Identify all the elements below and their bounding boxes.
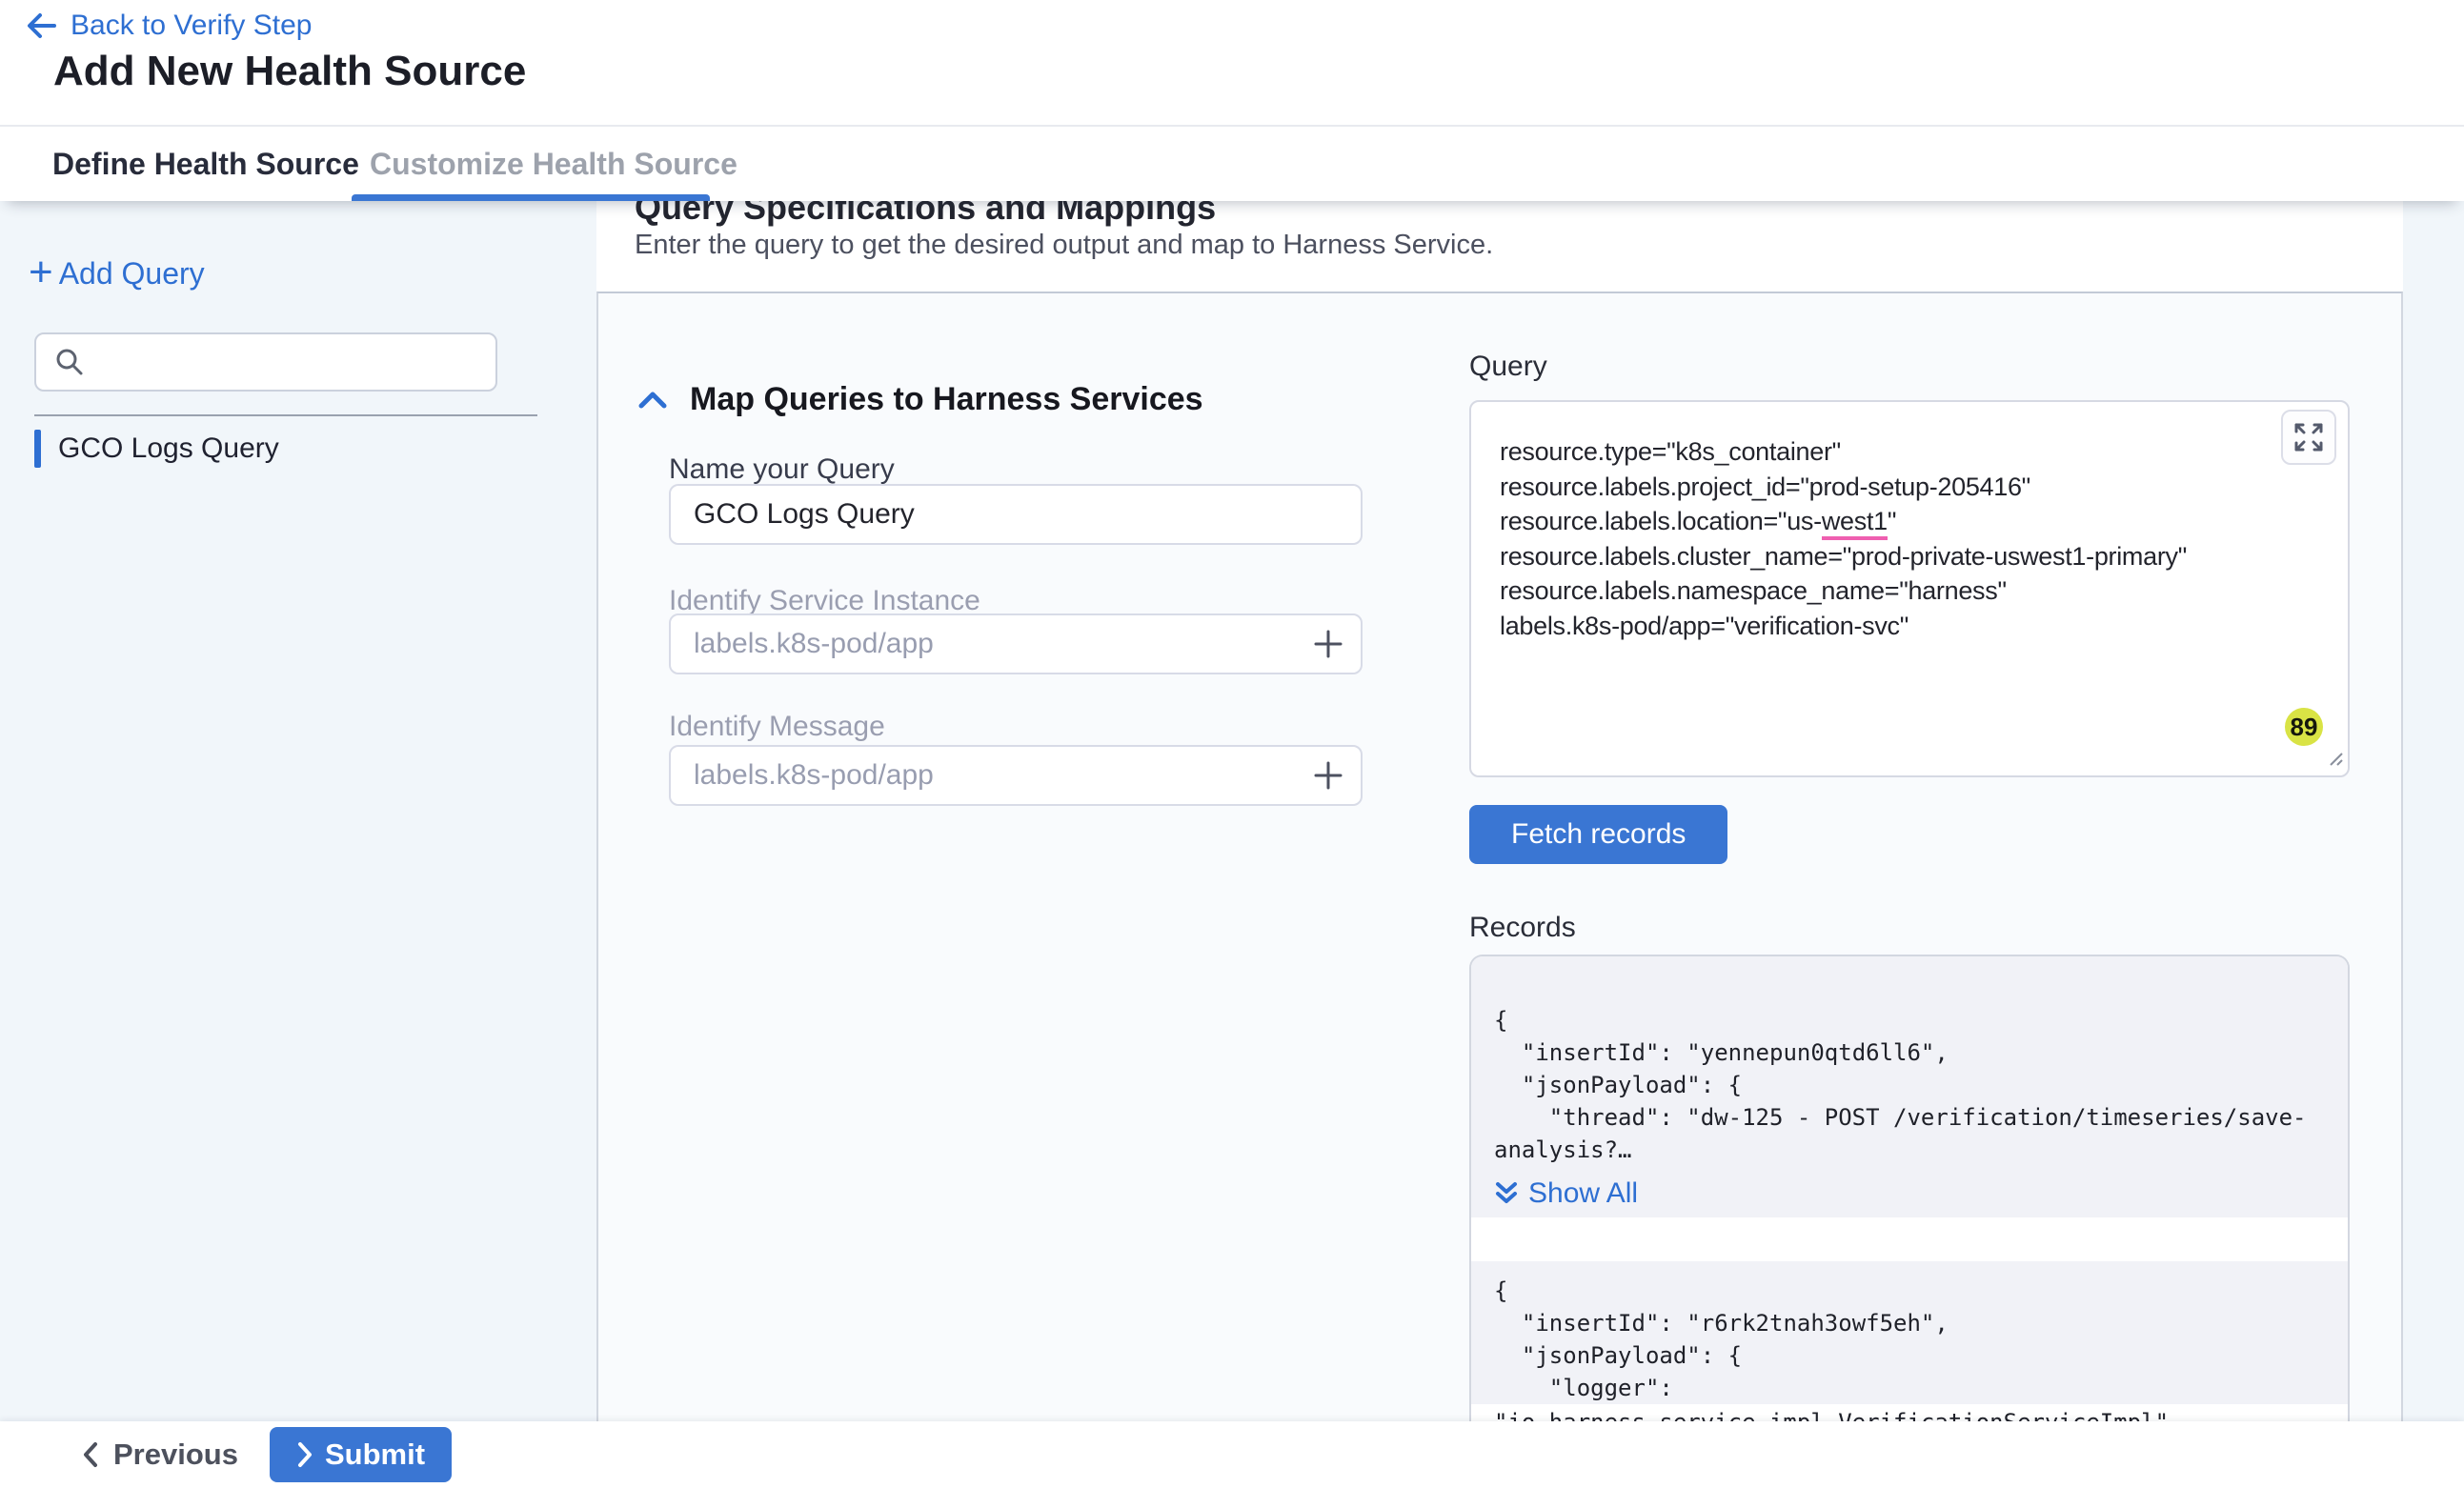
query-search-box bbox=[34, 332, 497, 392]
identify-message-field-wrap bbox=[669, 745, 1363, 806]
identify-service-instance-label: Identify Service Instance bbox=[669, 585, 980, 617]
submit-button[interactable]: Submit bbox=[270, 1427, 452, 1482]
query-item-label: GCO Logs Query bbox=[58, 432, 279, 465]
search-input[interactable] bbox=[99, 347, 461, 377]
submit-label: Submit bbox=[325, 1438, 425, 1472]
tab-define-health-source[interactable]: Define Health Source bbox=[52, 127, 359, 201]
add-service-instance-path-button[interactable] bbox=[1311, 627, 1345, 661]
map-queries-header: Map Queries to Harness Services bbox=[638, 381, 1203, 418]
back-link-label: Back to Verify Step bbox=[71, 10, 312, 42]
search-icon bbox=[53, 346, 86, 378]
character-count-badge: 89 bbox=[2285, 708, 2323, 746]
name-query-label: Name your Query bbox=[669, 453, 895, 486]
back-link[interactable]: Back to Verify Step bbox=[25, 10, 312, 42]
name-query-input[interactable] bbox=[669, 484, 1363, 545]
query-text: resource.type="k8s_container"resource.la… bbox=[1500, 434, 2187, 643]
query-label: Query bbox=[1469, 351, 1547, 383]
previous-button[interactable]: Previous bbox=[81, 1421, 238, 1488]
selected-indicator-bar bbox=[34, 430, 41, 468]
identify-service-instance-input[interactable] bbox=[669, 613, 1363, 674]
query-textarea[interactable]: resource.type="k8s_container"resource.la… bbox=[1469, 400, 2350, 777]
tab-bar: Define Health Source Customize Health So… bbox=[0, 125, 2464, 201]
records-container: { "insertId": "yennepun0qtd6ll6", "jsonP… bbox=[1469, 955, 2350, 1423]
add-query-button[interactable]: + Add Query bbox=[29, 256, 205, 292]
name-query-field-wrap bbox=[669, 484, 1363, 545]
map-queries-title: Map Queries to Harness Services bbox=[690, 381, 1203, 418]
record-item: { "insertId": "yennepun0qtd6ll6", "jsonP… bbox=[1471, 956, 2348, 1217]
add-health-source-page: Query Specifications and Mappings Enter … bbox=[0, 0, 2464, 1488]
chevron-left-icon bbox=[81, 1439, 100, 1470]
section-heading-strip: Query Specifications and Mappings Enter … bbox=[596, 201, 2403, 292]
page-title: Add New Health Source bbox=[53, 48, 526, 95]
record-item: { "insertId": "r6rk2tnah3owf5eh", "jsonP… bbox=[1471, 1261, 2348, 1404]
fetch-records-button[interactable]: Fetch records bbox=[1469, 805, 1727, 864]
double-chevron-down-icon bbox=[1494, 1179, 1519, 1208]
expand-icon bbox=[2293, 422, 2324, 452]
show-all-link[interactable]: Show All bbox=[1494, 1176, 2325, 1212]
query-sidebar: + Add Query GCO Logs Query bbox=[0, 201, 596, 1421]
identify-message-input[interactable] bbox=[669, 745, 1363, 806]
chevron-right-icon bbox=[296, 1440, 313, 1469]
record-json: { "insertId": "yennepun0qtd6ll6", "jsonP… bbox=[1494, 1004, 2325, 1166]
expand-query-button[interactable] bbox=[2281, 410, 2336, 465]
identify-message-label: Identify Message bbox=[669, 711, 885, 743]
plus-icon: + bbox=[29, 258, 53, 287]
active-tab-underline bbox=[352, 194, 710, 201]
header: Back to Verify Step Add New Health Sourc… bbox=[0, 0, 2464, 201]
show-all-label: Show All bbox=[1528, 1177, 1638, 1210]
identify-service-instance-field-wrap bbox=[669, 613, 1363, 674]
add-message-path-button[interactable] bbox=[1311, 758, 1345, 793]
back-arrow-icon bbox=[25, 11, 57, 40]
footer-bar: Previous Submit bbox=[0, 1421, 2464, 1488]
sidebar-item-gco-logs-query[interactable]: GCO Logs Query bbox=[34, 430, 279, 468]
record-json: { "insertId": "r6rk2tnah3owf5eh", "jsonP… bbox=[1494, 1275, 2325, 1404]
add-query-label: Add Query bbox=[59, 256, 205, 292]
previous-label: Previous bbox=[113, 1438, 238, 1472]
tab-customize-health-source[interactable]: Customize Health Source bbox=[370, 127, 737, 201]
records-label: Records bbox=[1469, 912, 1576, 944]
resize-handle[interactable] bbox=[2325, 748, 2344, 772]
section-subheading: Enter the query to get the desired outpu… bbox=[635, 230, 1493, 261]
sidebar-divider bbox=[34, 414, 537, 416]
chevron-up-icon[interactable] bbox=[638, 390, 667, 411]
query-specifications-panel: Map Queries to Harness Services Name you… bbox=[596, 292, 2403, 1421]
